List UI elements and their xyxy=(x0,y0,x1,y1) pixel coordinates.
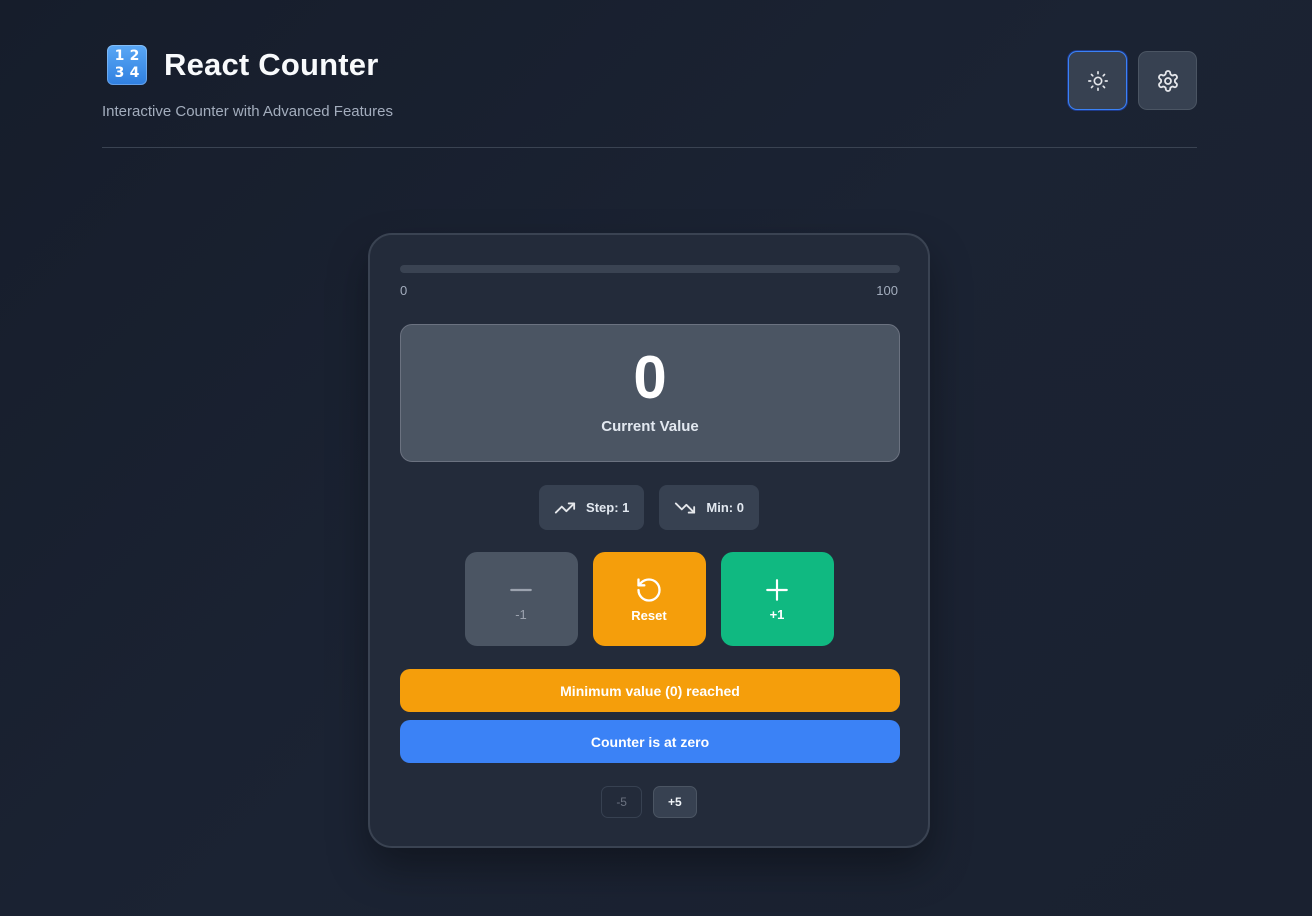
logo-digit: 3 xyxy=(114,65,125,81)
min-chip: Min: 0 xyxy=(659,485,759,530)
minus-five-button[interactable]: -5 xyxy=(601,786,642,818)
progress-bar xyxy=(400,265,900,273)
title-row: 1 2 3 4 React Counter xyxy=(102,44,1197,86)
plus-five-button[interactable]: +5 xyxy=(652,786,697,818)
counter-display: 0 Current Value xyxy=(400,324,900,462)
settings-button[interactable] xyxy=(1138,51,1197,110)
logo-digit: 2 xyxy=(129,48,140,64)
numbers-icon: 1 2 3 4 xyxy=(107,45,147,85)
page-title: React Counter xyxy=(164,47,379,82)
info-chips: Step: 1 Min: 0 xyxy=(370,485,928,530)
sun-icon xyxy=(1087,70,1108,91)
increment-button[interactable]: +1 xyxy=(720,552,834,646)
action-buttons: -1 Reset +1 xyxy=(370,552,928,646)
zero-info-alert: Counter is at zero xyxy=(400,720,900,763)
quick-step-buttons: -5 +5 xyxy=(370,786,928,818)
decrement-label: -1 xyxy=(515,606,527,622)
progress-max-label: 100 xyxy=(876,283,898,298)
decrement-button[interactable]: -1 xyxy=(464,552,578,646)
gear-icon xyxy=(1157,69,1178,92)
counter-value: 0 xyxy=(633,344,667,411)
trending-up-icon xyxy=(554,502,576,513)
plus-icon xyxy=(766,578,788,601)
step-chip: Step: 1 xyxy=(539,485,645,530)
app-header: 1 2 3 4 React Counter Interactive Counte… xyxy=(102,44,1197,148)
counter-value-label: Current Value xyxy=(601,418,699,435)
increment-label: +1 xyxy=(769,606,785,622)
reset-label: Reset xyxy=(631,607,667,623)
progress-min-label: 0 xyxy=(400,283,408,298)
page-subtitle: Interactive Counter with Advanced Featur… xyxy=(102,103,393,120)
theme-toggle-button[interactable] xyxy=(1068,51,1127,110)
rotate-ccw-icon xyxy=(637,577,661,602)
minus-icon xyxy=(510,588,532,591)
logo-digit: 1 xyxy=(114,48,125,64)
reset-button[interactable]: Reset xyxy=(592,552,706,646)
logo-digit: 4 xyxy=(129,65,140,81)
min-chip-label: Min: 0 xyxy=(706,500,744,515)
step-chip-label: Step: 1 xyxy=(586,500,630,515)
trending-down-icon xyxy=(675,502,696,513)
counter-card: 0 100 0 Current Value Step: 1 Min: 0 -1 xyxy=(368,233,930,848)
min-reached-alert: Minimum value (0) reached xyxy=(400,669,900,712)
